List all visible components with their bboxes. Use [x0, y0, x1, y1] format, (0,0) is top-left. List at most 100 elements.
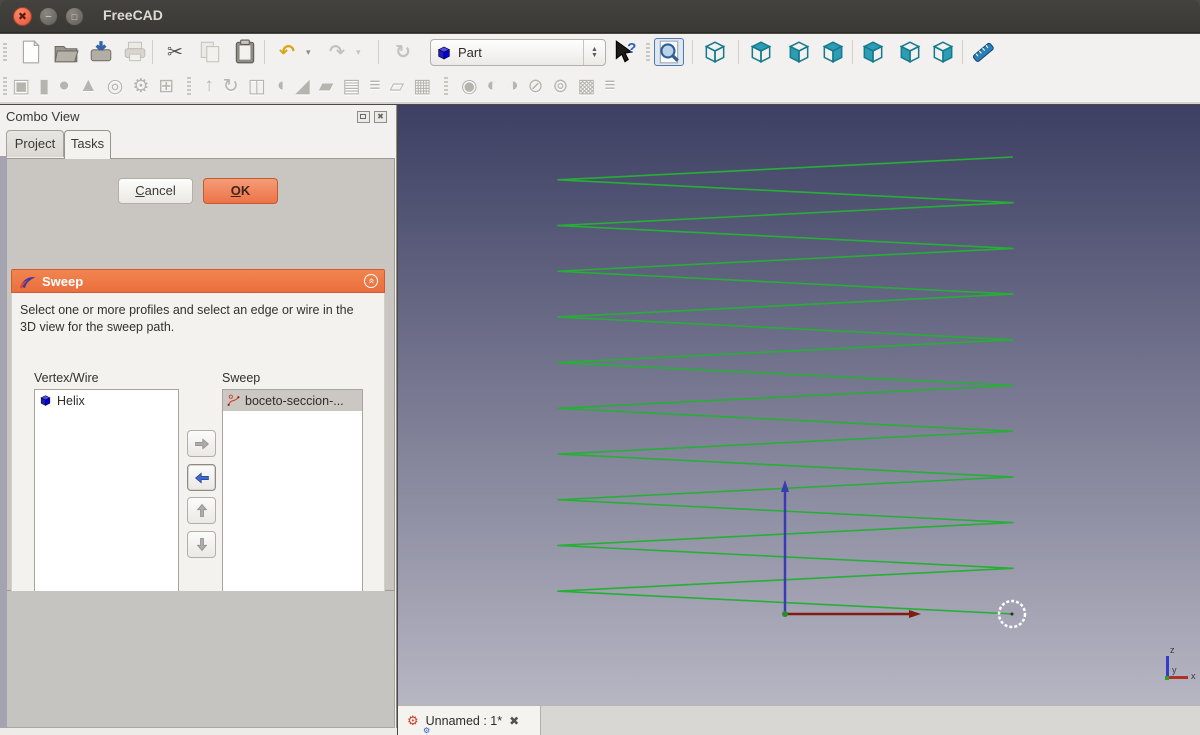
- make-face-icon: ▰: [319, 75, 334, 98]
- view-axonometric-button[interactable]: [700, 38, 730, 66]
- view-front-button[interactable]: [746, 38, 776, 66]
- nav-z-label: z: [1170, 645, 1175, 655]
- view-left-button[interactable]: [895, 38, 925, 66]
- cancel-button[interactable]: Cancel: [118, 178, 193, 204]
- 3d-viewport[interactable]: z x y: [398, 105, 1200, 705]
- view-top-icon: [786, 39, 812, 65]
- sketch-icon: [227, 394, 240, 407]
- fit-all-icon: [656, 39, 682, 65]
- offset-icon: ▱: [389, 75, 404, 98]
- undo-button[interactable]: ↶: [272, 38, 302, 66]
- panel-float-icon[interactable]: [357, 111, 370, 123]
- helix-cube-icon: [39, 394, 52, 407]
- redo-icon: ↷: [329, 41, 345, 64]
- cone-icon: ▲: [79, 75, 98, 97]
- fit-all-button[interactable]: [654, 38, 684, 66]
- list-item-sketch[interactable]: boceto-seccion-...: [223, 390, 362, 411]
- collapse-icon[interactable]: «: [364, 274, 378, 288]
- refresh-button: ↻: [388, 38, 418, 66]
- document-tabstrip: ⚙⚙ Unnamed : 1* ✖: [398, 705, 1200, 735]
- toolbar-grip[interactable]: [187, 77, 191, 95]
- cut-button[interactable]: ✂: [160, 38, 190, 66]
- ok-button[interactable]: OK: [203, 178, 278, 204]
- view-top-button[interactable]: [784, 38, 814, 66]
- save-button[interactable]: [86, 38, 116, 66]
- arrow-down-icon: [196, 537, 208, 552]
- view-right-button[interactable]: [818, 38, 848, 66]
- view-bottom-button[interactable]: [928, 38, 958, 66]
- arrow-right-icon: [194, 438, 210, 450]
- nav-x-label: x: [1191, 671, 1196, 681]
- vertex-wire-list-label: Vertex/Wire: [34, 371, 99, 385]
- move-right-button: [187, 430, 216, 457]
- window-title: FreeCAD: [103, 7, 163, 23]
- freecad-window: ✖ − □ FreeCAD: [0, 0, 1200, 735]
- vertex-wire-list[interactable]: Helix: [34, 389, 179, 615]
- undo-dropdown-arrow[interactable]: ▾: [306, 47, 311, 58]
- cylinder-icon: ▮: [39, 75, 49, 98]
- paste-button[interactable]: [230, 38, 260, 66]
- combo-view-title: Combo View: [6, 109, 79, 124]
- loft-icon: ≡: [369, 75, 380, 97]
- tab-project[interactable]: Project: [6, 130, 64, 157]
- document-tab-label: Unnamed : 1*: [426, 714, 502, 728]
- toolbar-grip[interactable]: [444, 77, 448, 95]
- view-right-icon: [820, 39, 846, 65]
- cross-sections-icon: ≡: [604, 75, 615, 97]
- redo-dropdown-arrow: ▾: [356, 47, 361, 58]
- tab-tasks[interactable]: Tasks: [64, 130, 111, 159]
- whats-this-icon: ?: [612, 39, 638, 65]
- document-tab[interactable]: ⚙⚙ Unnamed : 1* ✖: [398, 706, 541, 735]
- copy-button: [195, 38, 225, 66]
- sweep-section-header[interactable]: Sweep «: [11, 269, 385, 293]
- workbench-selector-value: Part: [458, 45, 482, 60]
- sweep-instruction-text: Select one or more profiles and select a…: [20, 302, 368, 336]
- boolean-cut-icon: ◐: [487, 75, 498, 97]
- shape-builder-icon: ⊞: [158, 75, 174, 98]
- sweep-list-label: Sweep: [222, 371, 260, 385]
- measure-icon: [970, 39, 996, 65]
- boolean-common-icon: ◑: [507, 75, 518, 97]
- sweep-icon: [19, 274, 37, 290]
- window-maximize-button[interactable]: □: [65, 7, 84, 26]
- document-tab-close-icon[interactable]: ✖: [509, 714, 519, 728]
- titlebar: ✖ − □ FreeCAD: [0, 0, 1200, 33]
- copy-icon: [197, 39, 223, 65]
- 3d-scene: [398, 105, 1200, 705]
- workbench-selector-spinner[interactable]: ▲ ▼: [583, 40, 605, 65]
- move-left-button[interactable]: [187, 464, 216, 491]
- nav-x-axis: [1166, 676, 1188, 679]
- toolbar-grip[interactable]: [3, 43, 7, 61]
- view-bottom-icon: [930, 39, 956, 65]
- refresh-icon: ↻: [395, 41, 411, 64]
- toolbar-grip[interactable]: [3, 77, 7, 95]
- sweep-section-title: Sweep: [42, 274, 83, 289]
- whats-this-button[interactable]: ?: [610, 38, 640, 66]
- nav-origin-dot: [1165, 676, 1169, 680]
- combo-view-panel: Combo View ✖ Project Tasks Cancel OK Swe…: [0, 105, 397, 735]
- move-down-button: [187, 531, 216, 558]
- chamfer-icon: ◢: [295, 75, 310, 98]
- panel-close-icon[interactable]: ✖: [374, 111, 387, 123]
- section-icon: ⊘: [528, 75, 544, 98]
- print-icon: [122, 39, 148, 65]
- create-primitives-icon: ⚙: [132, 75, 149, 98]
- panel-left-edge: [0, 156, 7, 728]
- print-button: [120, 38, 150, 66]
- part-workbench-cube-icon: [436, 45, 452, 61]
- window-close-button[interactable]: ✖: [13, 7, 32, 26]
- open-document-button[interactable]: [51, 38, 81, 66]
- box-icon: ▣: [12, 75, 30, 98]
- measure-distance-button[interactable]: [968, 38, 998, 66]
- view-left-icon: [897, 39, 923, 65]
- workbench-selector[interactable]: Part ▲ ▼: [430, 39, 606, 66]
- new-document-button[interactable]: [16, 38, 46, 66]
- thickness-icon: ▦: [413, 75, 431, 98]
- window-minimize-button[interactable]: −: [39, 7, 58, 26]
- sweep-profile-list[interactable]: boceto-seccion-...: [222, 389, 363, 615]
- move-up-button: [187, 497, 216, 524]
- view-rear-button[interactable]: [858, 38, 888, 66]
- boolean-operation-icon: ▩: [577, 75, 595, 98]
- mirror-icon: ◫: [248, 75, 266, 98]
- list-item-helix[interactable]: Helix: [35, 390, 178, 411]
